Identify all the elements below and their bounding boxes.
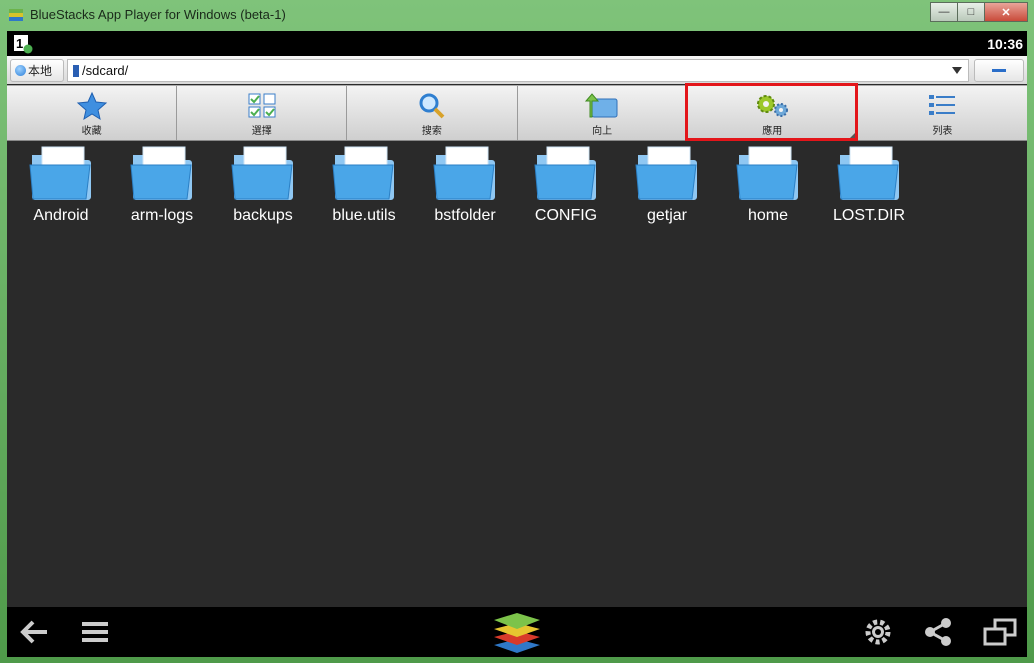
settings-gear-icon[interactable] [863, 617, 893, 647]
up-folder-icon [585, 93, 618, 118]
tool-list-label: 列表 [932, 126, 953, 137]
local-storage-label: 本地 [28, 64, 53, 78]
folder-label: getjar [646, 207, 688, 224]
magnifier-icon [419, 93, 445, 119]
bottom-nav-bar [7, 607, 1027, 657]
folder-label: CONFIG [534, 207, 598, 224]
folder-home[interactable]: home [718, 143, 818, 243]
toolbar: 收藏 選擇 搜索 向上 應用 列表 [7, 85, 1027, 141]
android-screen: 1 10:36 本地 /sdcard/ 收藏 選擇 搜索 向上 應用 列表 An… [7, 31, 1027, 657]
sdcard-icon [73, 64, 79, 77]
folder-config[interactable]: CONFIG [516, 143, 616, 243]
folder-icon [433, 146, 495, 200]
folder-icon [534, 146, 596, 200]
folder-lost-dir[interactable]: LOST.DIR [819, 143, 919, 243]
checklist-icon [248, 93, 276, 118]
clock: 10:36 [987, 36, 1023, 52]
local-storage-button[interactable]: 本地 [10, 59, 64, 82]
folder-icon [231, 146, 293, 200]
close-button[interactable]: ✕ [984, 2, 1028, 22]
folder-icon [130, 146, 192, 200]
title-bar: BlueStacks App Player for Windows (beta-… [0, 0, 1034, 30]
notification-icon[interactable]: 1 [13, 34, 33, 54]
folder-android[interactable]: Android [11, 143, 111, 243]
tool-up-label: 向上 [592, 126, 613, 137]
folder-arm-logs[interactable]: arm-logs [112, 143, 212, 243]
list-icon [929, 95, 956, 115]
chevron-down-icon[interactable] [952, 67, 962, 74]
folder-label: home [747, 207, 789, 224]
path-bar: 本地 /sdcard/ [7, 56, 1027, 84]
dropdown-dot-icon [15, 65, 26, 76]
folder-blue-utils[interactable]: blue.utils [314, 143, 414, 243]
window-controls: — □ ✕ [930, 2, 1028, 22]
back-arrow-icon[interactable] [17, 617, 51, 647]
folder-backups[interactable]: backups [213, 143, 313, 243]
window-switch-icon[interactable] [983, 617, 1017, 647]
window-title: BlueStacks App Player for Windows (beta-… [30, 7, 286, 22]
folder-icon [736, 146, 798, 200]
tool-favorites-label: 收藏 [81, 126, 102, 137]
folder-label: Android [33, 207, 89, 224]
tool-search-label: 搜索 [421, 126, 442, 137]
tool-select[interactable]: 選擇 [177, 86, 348, 140]
share-icon[interactable] [923, 617, 953, 647]
folder-icon [837, 146, 899, 200]
tool-up[interactable]: 向上 [518, 86, 688, 140]
app-window: BlueStacks App Player for Windows (beta-… [0, 0, 1034, 663]
folder-icon [635, 146, 697, 200]
folder-label: bstfolder [434, 207, 496, 224]
notification-badge: 1 [16, 36, 23, 51]
folder-getjar[interactable]: getjar [617, 143, 717, 243]
folder-label: blue.utils [332, 207, 396, 224]
minimize-button[interactable]: — [930, 2, 958, 22]
folder-label: backups [233, 207, 293, 224]
file-grid: Android arm-logs backups blue.utils bstf… [7, 143, 1027, 603]
collapse-button[interactable] [974, 59, 1024, 82]
folder-icon [29, 146, 91, 200]
bluestacks-logo-icon [9, 9, 23, 21]
tool-search[interactable]: 搜索 [347, 86, 518, 140]
highlight-box [685, 83, 858, 141]
maximize-button[interactable]: □ [957, 2, 985, 22]
star-icon [76, 91, 107, 121]
folder-label: LOST.DIR [832, 207, 905, 224]
path-text: /sdcard/ [82, 63, 129, 78]
tool-favorites[interactable]: 收藏 [7, 86, 178, 140]
folder-label: arm-logs [130, 207, 194, 224]
menu-icon[interactable] [81, 617, 109, 647]
bluestacks-home-icon[interactable] [492, 609, 542, 655]
tool-list[interactable]: 列表 [858, 86, 1027, 140]
path-input[interactable]: /sdcard/ [67, 59, 969, 82]
status-bar: 1 10:36 [7, 31, 1027, 56]
folder-icon [332, 146, 394, 200]
minus-icon [992, 69, 1006, 72]
tool-select-label: 選擇 [251, 126, 272, 137]
folder-bstfolder[interactable]: bstfolder [415, 143, 515, 243]
